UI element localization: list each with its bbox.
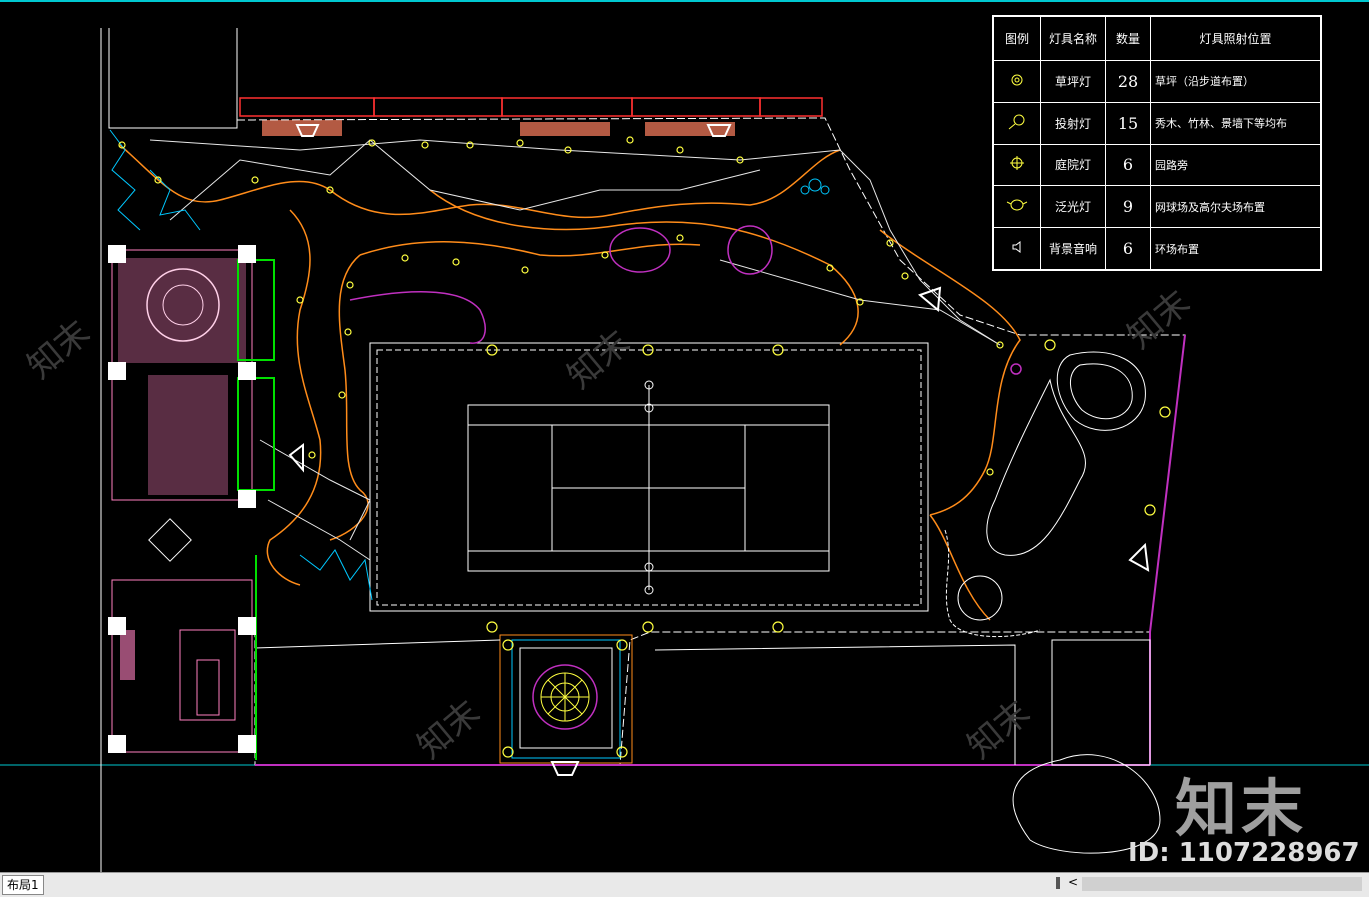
legend-row: 投射灯 15 秀木、竹林、景墙下等均布 — [993, 101, 1321, 145]
north-benches — [262, 120, 735, 136]
legend-location: 环场布置 — [1150, 227, 1321, 270]
legend-name: 背景音响 — [1040, 227, 1106, 270]
layout-tab-bar: 布局1 < — [0, 872, 1369, 897]
legend-location: 草坪（沿步道布置） — [1150, 60, 1321, 103]
legend-qty: 9 — [1105, 185, 1151, 229]
east-boundary-magenta — [1149, 334, 1186, 765]
legend-row: 泛光灯 9 网球场及高尔夫场布置 — [993, 185, 1321, 229]
south-pavilion — [499, 634, 633, 764]
flood-lamp-icon — [993, 185, 1041, 229]
watermark-text-1: 知末 — [20, 313, 98, 387]
legend-location: 园路旁 — [1150, 143, 1321, 187]
legend-qty: 28 — [1105, 60, 1151, 103]
scroll-left-icon[interactable]: < — [1068, 875, 1078, 889]
north-wall — [239, 97, 823, 117]
legend-qty: 6 — [1105, 143, 1151, 187]
legend-header-name: 灯具名称 — [1040, 16, 1106, 61]
watermark-id: ID: 1107228967 — [1128, 838, 1360, 868]
horizontal-scrollbar[interactable] — [1082, 877, 1362, 891]
legend-row: 庭院灯 6 园路旁 — [993, 143, 1321, 187]
scroll-splitter[interactable] — [1056, 877, 1060, 889]
spot-lamp-icon — [993, 101, 1041, 145]
pond-area — [944, 351, 1146, 637]
legend-name: 泛光灯 — [1040, 185, 1106, 229]
legend-header-qty: 数量 — [1105, 16, 1151, 61]
lawn-lamp-icon — [993, 60, 1041, 103]
legend-name: 投射灯 — [1040, 101, 1106, 145]
tennis-court — [369, 342, 929, 612]
watermark-text-3: 知末 — [410, 693, 488, 767]
legend-location: 秀木、竹林、景墙下等均布 — [1150, 101, 1321, 145]
lighting-legend: 图例 灯具名称 数量 灯具照射位置 草坪灯 28 草坪（沿步道布置） 投射灯 1… — [992, 15, 1322, 271]
legend-qty: 6 — [1105, 227, 1151, 270]
courtyard-lamp-icon — [993, 143, 1041, 187]
watermark-text-2: 知末 — [560, 323, 638, 397]
south-plots — [254, 639, 1161, 854]
watermark-logo: 知末 — [1175, 772, 1308, 845]
legend-name: 草坪灯 — [1040, 60, 1106, 103]
plant-beds — [349, 225, 1022, 375]
speaker-icon — [993, 227, 1041, 270]
legend-location: 网球场及高尔夫场布置 — [1150, 185, 1321, 229]
legend-header-row: 图例 灯具名称 数量 灯具照射位置 — [993, 16, 1321, 61]
watermark-text-5: 知末 — [1120, 283, 1198, 357]
legend-name: 庭院灯 — [1040, 143, 1106, 187]
legend-row: 背景音响 6 环场布置 — [993, 227, 1321, 270]
watermark-text-4: 知末 — [960, 693, 1038, 767]
legend-table: 图例 灯具名称 数量 灯具照射位置 草坪灯 28 草坪（沿步道布置） 投射灯 1… — [993, 16, 1321, 270]
legend-row: 草坪灯 28 草坪（沿步道布置） — [993, 60, 1321, 103]
legend-header-location: 灯具照射位置 — [1150, 16, 1321, 61]
legend-header-symbol: 图例 — [993, 16, 1041, 61]
tab-layout1[interactable]: 布局1 — [2, 875, 44, 895]
legend-qty: 15 — [1105, 101, 1151, 145]
